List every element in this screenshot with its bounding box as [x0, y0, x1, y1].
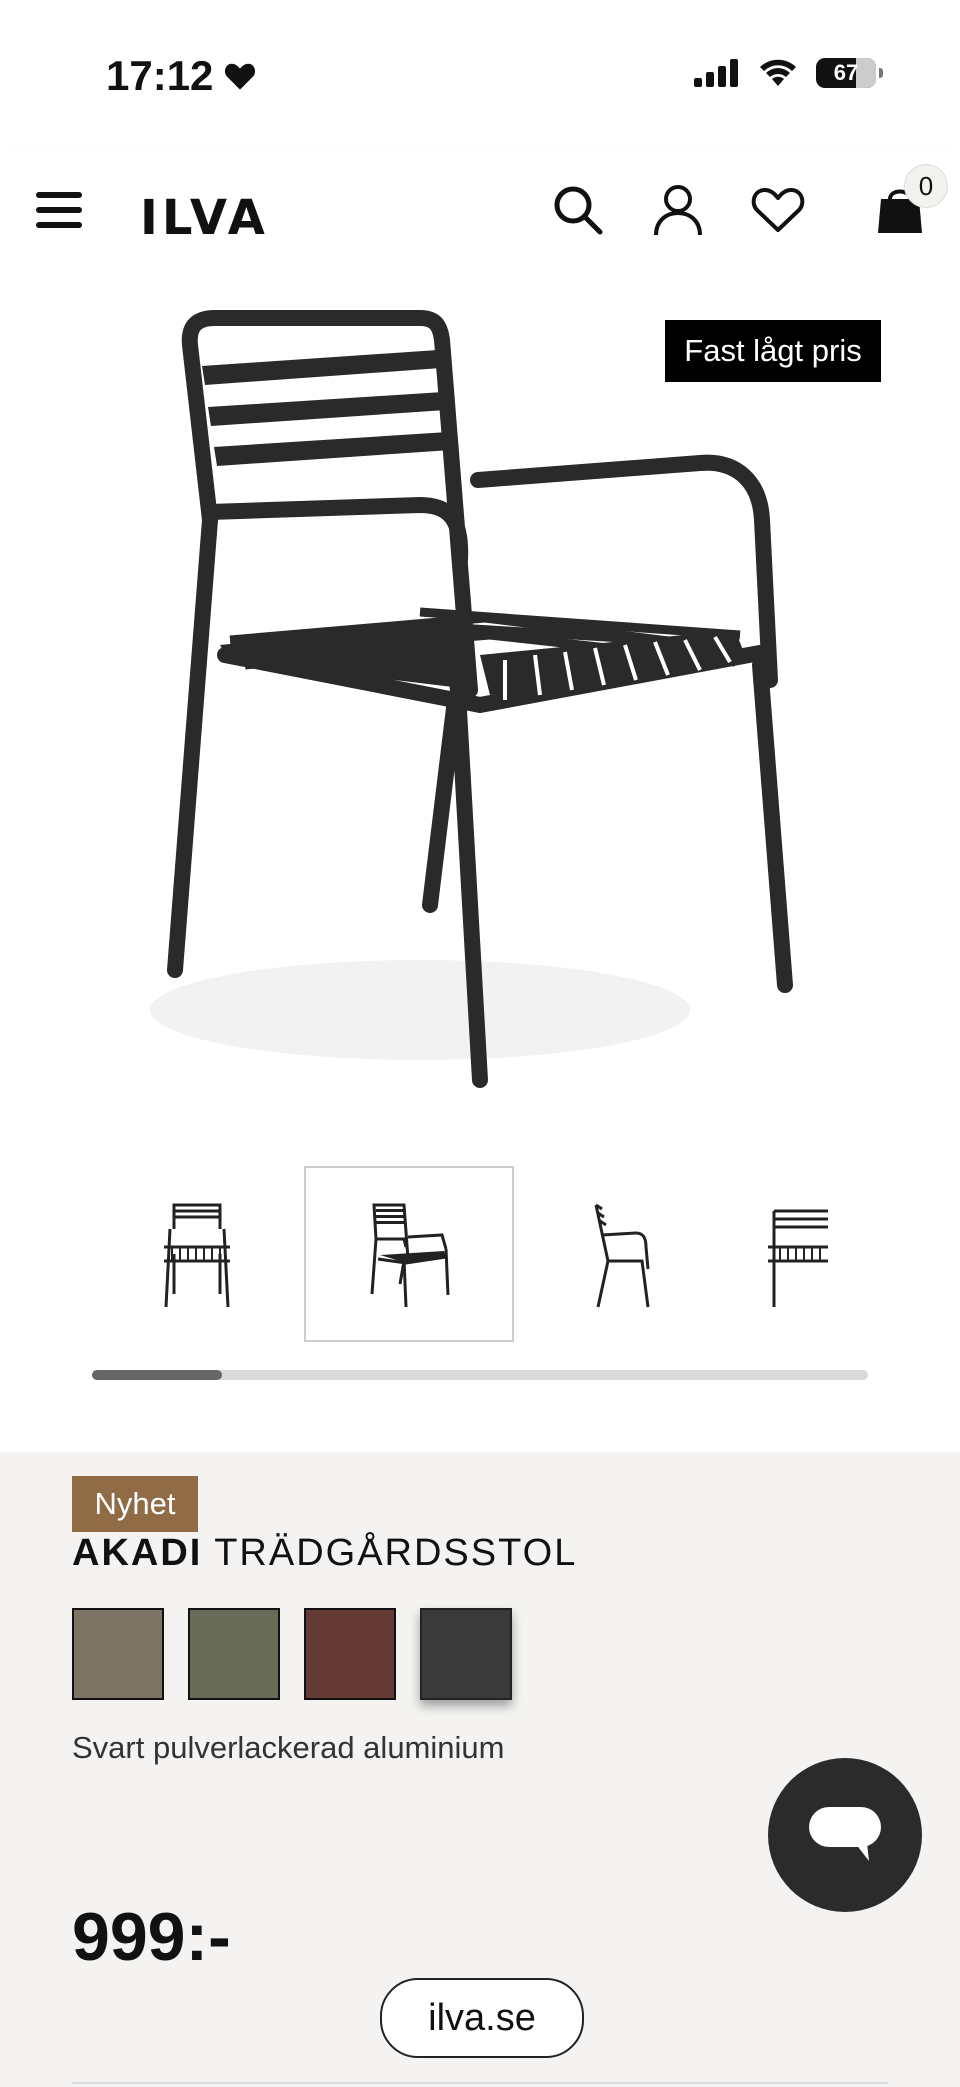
- chair-thumbnail-side: [594, 1203, 650, 1308]
- chair-thumbnail-angled: [370, 1203, 450, 1308]
- product-title: AKADI TRÄDGÅRDSSTOL: [72, 1532, 577, 1575]
- color-swatches: [72, 1608, 512, 1700]
- chair-illustration: [150, 310, 793, 1088]
- material-description: Svart pulverlackerad aluminium: [72, 1730, 505, 1765]
- battery-icon: 67: [816, 58, 883, 88]
- swatch-black-selected[interactable]: [420, 1608, 512, 1700]
- thumbnail-carousel[interactable]: [92, 1166, 888, 1348]
- swatch-grey-brown[interactable]: [72, 1608, 164, 1700]
- ilva-logo[interactable]: ILVA: [140, 190, 269, 246]
- heart-outline-icon: [751, 187, 805, 232]
- chat-bubble-icon: [809, 1807, 881, 1861]
- product-price: 999:-: [72, 1899, 231, 1975]
- heart-filled-icon: [225, 63, 256, 90]
- new-badge: Nyhet: [72, 1476, 198, 1532]
- thumbnail-partial[interactable]: [728, 1166, 888, 1342]
- chat-button[interactable]: [768, 1758, 922, 1912]
- hamburger-menu-icon[interactable]: [34, 188, 84, 232]
- status-time: 17:12: [106, 52, 257, 100]
- search-icon: [554, 186, 603, 235]
- product-name: TRÄDGÅRDSSTOL: [214, 1532, 578, 1574]
- chair-thumbnail-partial: [768, 1209, 828, 1307]
- carousel-scrollbar[interactable]: [92, 1370, 868, 1380]
- site-header: ILVA: [0, 150, 960, 270]
- wifi-icon: [760, 59, 796, 86]
- search-button[interactable]: [548, 180, 608, 240]
- fixed-low-price-badge: Fast lågt pris: [665, 320, 881, 382]
- product-brand: AKADI: [72, 1532, 203, 1574]
- wishlist-button[interactable]: [748, 180, 808, 240]
- cart-count-badge: 0: [904, 164, 948, 208]
- status-bar: 17:12 67: [0, 0, 960, 150]
- carousel-scrollbar-thumb[interactable]: [92, 1370, 222, 1380]
- divider: [72, 2082, 888, 2084]
- product-image[interactable]: [0, 270, 960, 1120]
- thumbnail-side[interactable]: [516, 1166, 726, 1342]
- swatch-olive-green[interactable]: [188, 1608, 280, 1700]
- thumbnail-angled[interactable]: [304, 1166, 514, 1342]
- cellular-signal-icon: [694, 59, 738, 87]
- battery-level: 67: [833, 60, 859, 85]
- swatch-rust-red[interactable]: [304, 1608, 396, 1700]
- thumbnail-front[interactable]: [92, 1166, 302, 1342]
- browser-url-bar[interactable]: ilva.se: [380, 1978, 584, 2058]
- status-icons: 67: [694, 58, 883, 88]
- time-label: 17:12: [106, 52, 214, 99]
- user-icon: [654, 185, 702, 236]
- account-button[interactable]: [648, 180, 708, 240]
- chair-thumbnail-front: [164, 1203, 230, 1308]
